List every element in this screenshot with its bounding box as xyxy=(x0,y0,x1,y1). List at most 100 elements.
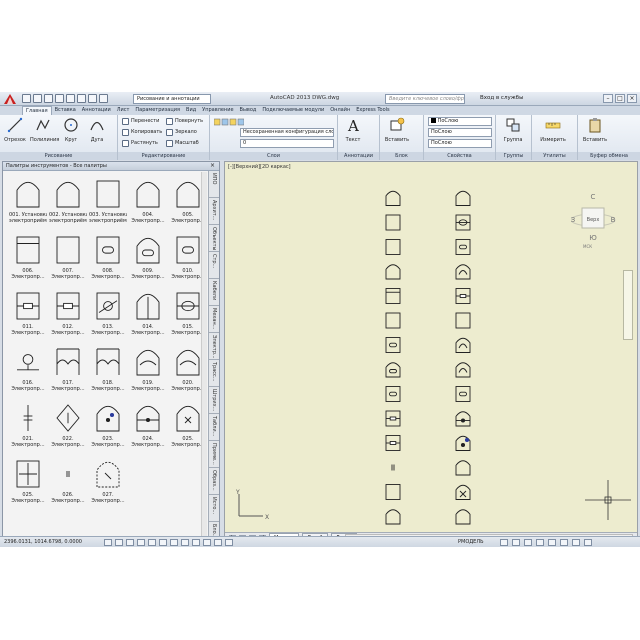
viewcube-east[interactable]: В xyxy=(611,216,616,224)
palette-tool-item[interactable]: 011. Электропр... xyxy=(9,288,47,343)
palette-tool-item[interactable]: 012. Электропр... xyxy=(49,288,87,343)
insert-block-button[interactable]: Вставить xyxy=(384,117,410,149)
move-button[interactable]: Перенести xyxy=(122,117,159,126)
otrack-toggle-icon[interactable] xyxy=(170,539,178,546)
viewcube-top[interactable]: Верх xyxy=(587,217,600,223)
polyline-button[interactable]: Полилиния xyxy=(30,117,59,149)
palette-tool-item[interactable]: 024. Электропр... xyxy=(129,400,167,455)
palette-tab[interactable]: Трасс... xyxy=(209,360,219,387)
drawing-symbol[interactable] xyxy=(455,312,471,329)
palette-close-icon[interactable]: × xyxy=(209,163,216,170)
minimize-button[interactable]: – xyxy=(603,94,613,103)
drawing-symbol[interactable] xyxy=(385,484,401,500)
palette-tool-item[interactable]: 025. Электропр... xyxy=(9,456,47,511)
drawing-symbol[interactable] xyxy=(385,435,401,451)
palette-tab[interactable]: ИПО xyxy=(209,171,219,198)
mirror-button[interactable]: Зеркало xyxy=(166,128,197,137)
workspace-dropdown[interactable]: Рисование и аннотации xyxy=(133,94,211,104)
save-icon[interactable] xyxy=(44,94,53,103)
new-file-icon[interactable] xyxy=(22,94,31,103)
palette-tab[interactable]: Архит... xyxy=(209,198,219,225)
palette-tab[interactable]: Табли... xyxy=(209,414,219,441)
drawing-symbol[interactable] xyxy=(455,264,471,280)
tab-express-tools[interactable]: Express Tools xyxy=(353,106,392,115)
palette-tool-item[interactable]: 008. Электропр... xyxy=(89,232,127,287)
properties-panel-title[interactable]: Свойства xyxy=(424,152,495,160)
model-space-toggle[interactable]: РМОДЕЛЬ xyxy=(458,539,484,545)
drawing-symbol[interactable] xyxy=(455,239,471,255)
palette-tool-item[interactable]: 019. Электропр... xyxy=(129,344,167,399)
navigation-bar[interactable] xyxy=(623,270,633,340)
drawing-symbol[interactable] xyxy=(385,386,401,402)
palette-tab[interactable]: Образ... xyxy=(209,468,219,495)
hardware-acceleration-icon[interactable] xyxy=(560,539,568,546)
drawing-symbol[interactable] xyxy=(455,386,471,402)
lwt-toggle-icon[interactable] xyxy=(203,539,211,546)
drawing-canvas[interactable]: [-][Верхний][2D каркас] С Ю З В Верх МСК… xyxy=(224,161,638,544)
text-button[interactable]: A Текст xyxy=(340,117,366,149)
drawing-symbol[interactable] xyxy=(455,484,471,500)
workspace-switch-icon[interactable] xyxy=(536,539,544,546)
tab-manage[interactable]: Управление xyxy=(199,106,236,115)
palette-tool-item[interactable]: 013. Электропр... xyxy=(89,288,127,343)
palette-tab[interactable]: Исто... xyxy=(209,495,219,522)
tab-annotate[interactable]: Аннотации xyxy=(79,106,114,115)
quick-view-drawings-icon[interactable] xyxy=(512,539,520,546)
drawing-symbol[interactable] xyxy=(455,214,471,231)
drawing-symbol[interactable] xyxy=(455,435,471,451)
group-button[interactable]: Группа xyxy=(500,117,526,149)
palette-tab[interactable]: Механ... xyxy=(209,306,219,333)
color-dropdown[interactable]: ПоСлою xyxy=(428,117,492,126)
drawing-symbol[interactable] xyxy=(455,460,471,476)
palette-tab[interactable]: Стр... xyxy=(209,252,219,279)
drawing-symbol[interactable] xyxy=(455,337,471,353)
viewcube[interactable]: С Ю З В Верх МСК xyxy=(570,178,631,249)
palette-tool-item[interactable]: 018. Электропр... xyxy=(89,344,127,399)
open-file-icon[interactable] xyxy=(33,94,42,103)
lineweight-dropdown[interactable]: ПоСлою xyxy=(428,139,492,148)
palette-tab[interactable]: Электр... xyxy=(209,333,219,360)
tab-plugins[interactable]: Подключаемые модули xyxy=(259,106,327,115)
drawing-symbol[interactable] xyxy=(455,190,471,206)
search-input[interactable]: Введите ключевое слово/фразу xyxy=(385,94,465,104)
osnap-toggle-icon[interactable] xyxy=(148,539,156,546)
drawing-symbol[interactable] xyxy=(385,214,401,231)
wcs-dropdown[interactable]: МСК xyxy=(583,244,592,249)
palette-tool-item[interactable]: 001. Установкаэлектроприёмни... xyxy=(9,176,47,231)
drawing-symbol[interactable] xyxy=(385,410,401,427)
drawing-symbol[interactable] xyxy=(455,288,471,304)
paste-button[interactable]: Вставить xyxy=(582,117,608,149)
rotate-button[interactable]: Повернуть xyxy=(166,117,203,126)
annotation-scale-icon[interactable] xyxy=(524,539,532,546)
palette-tab[interactable]: Кабели xyxy=(209,279,219,306)
polar-toggle-icon[interactable] xyxy=(137,539,145,546)
drawing-symbol[interactable] xyxy=(385,190,401,206)
dyn-toggle-icon[interactable] xyxy=(192,539,200,546)
palette-tool-item[interactable]: 021. Электропр... xyxy=(9,400,47,455)
arc-button[interactable]: Дуга xyxy=(84,117,110,149)
drawing-symbol[interactable] xyxy=(385,239,401,255)
palette-tool-item[interactable]: 016. Электропр... xyxy=(9,344,47,399)
drawing-symbol[interactable] xyxy=(391,464,395,471)
undo-icon[interactable] xyxy=(77,94,86,103)
viewcube-west[interactable]: З xyxy=(571,216,576,224)
ducs-toggle-icon[interactable] xyxy=(181,539,189,546)
drawing-symbol[interactable] xyxy=(385,264,401,280)
palette-scrollbar[interactable] xyxy=(201,172,207,544)
linetype-dropdown[interactable]: ПоСлою xyxy=(428,128,492,137)
qp-toggle-icon[interactable] xyxy=(225,539,233,546)
utilities-panel-title[interactable]: Утилиты xyxy=(532,152,577,160)
tab-layout[interactable]: Лист xyxy=(114,106,133,115)
palette-tool-item[interactable]: 027. Электропр... xyxy=(89,456,127,511)
palette-tool-item[interactable]: 022. Электропр... xyxy=(49,400,87,455)
palette-tool-item[interactable]: 017. Электропр... xyxy=(49,344,87,399)
drawing-symbol[interactable] xyxy=(455,411,471,427)
grid-toggle-icon[interactable] xyxy=(115,539,123,546)
measure-button[interactable]: Измерить xyxy=(540,117,566,149)
palette-tool-item[interactable]: 002. Установкаэлектроприёмни... xyxy=(49,176,87,231)
line-button[interactable]: Отрезок xyxy=(2,117,28,149)
copy-button[interactable]: Копировать xyxy=(122,128,162,137)
application-menu-button[interactable] xyxy=(2,93,20,105)
tab-insert[interactable]: Вставка xyxy=(52,106,79,115)
layer-dropdown[interactable]: 0 xyxy=(240,139,334,148)
